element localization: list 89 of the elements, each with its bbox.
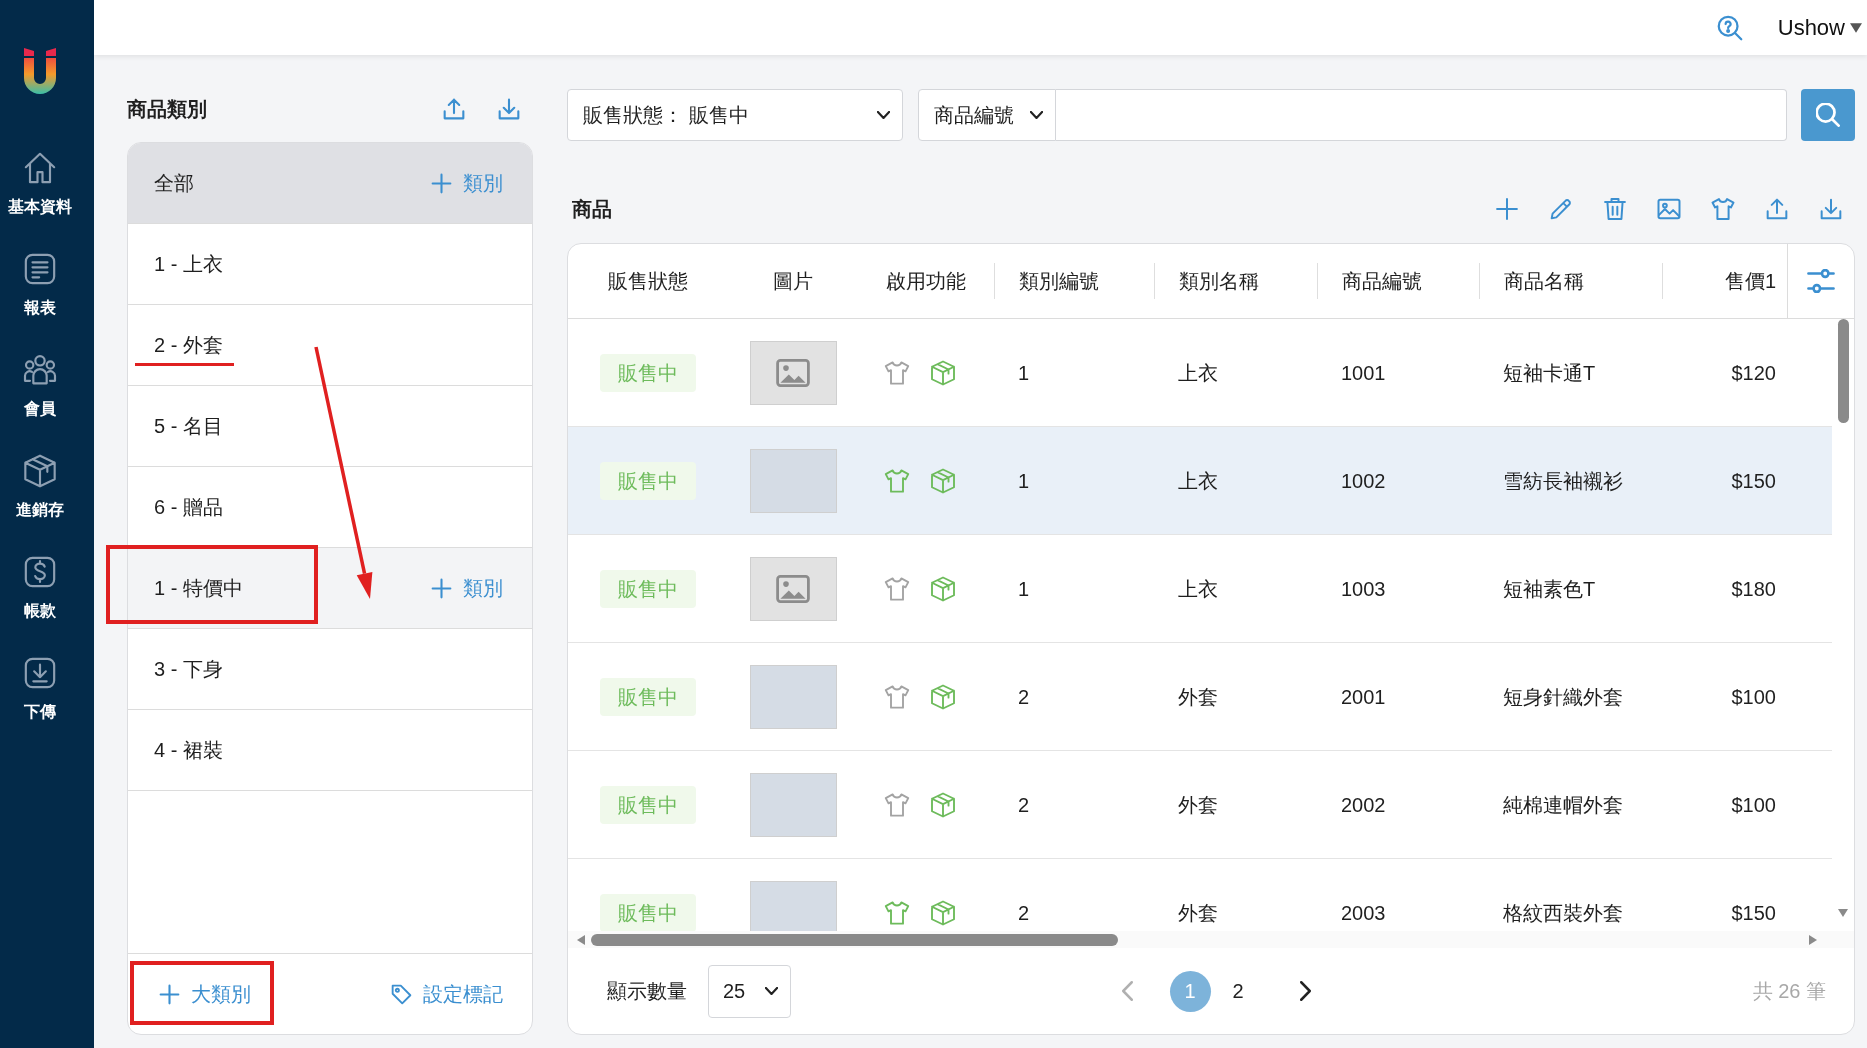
panel-title: 商品類別 (127, 97, 207, 122)
column-settings-button[interactable] (1807, 269, 1835, 293)
sliders-icon (1807, 269, 1835, 293)
shirt-icon (1709, 195, 1737, 223)
down-arrow-icon[interactable] (1838, 909, 1848, 917)
total-count: 共 26 筆 (1752, 979, 1826, 1004)
category-number: 2 (1017, 684, 1031, 710)
product-name: 格紋西裝外套 (1502, 900, 1624, 926)
right-arrow-icon[interactable] (1809, 934, 1817, 945)
product-row[interactable]: 販售中 1 上衣 1002 雪紡長袖襯衫 $150 (568, 427, 1832, 535)
page-button[interactable]: 2 (1217, 970, 1259, 1012)
plus-icon (1493, 195, 1521, 223)
price: $100 (1730, 684, 1777, 710)
column-header[interactable]: 商品名稱 (1479, 263, 1662, 299)
trash-icon (1601, 195, 1629, 223)
status-tag: 販售中 (600, 677, 696, 716)
category-item[interactable]: 全部 類別 (128, 143, 532, 224)
column-header[interactable]: 類別編號 (994, 263, 1154, 299)
category-name: 外套 (1177, 684, 1219, 710)
status-tag: 販售中 (600, 785, 696, 824)
status-select[interactable]: 販售狀態： 販售中 (567, 89, 903, 141)
page-size-select[interactable]: 25 (708, 964, 791, 1018)
product-number: 1001 (1340, 360, 1387, 386)
product-name: 短袖素色T (1502, 576, 1597, 602)
product-number: 1003 (1340, 576, 1387, 602)
category-name: 外套 (1177, 900, 1219, 926)
section-title: 商品 (572, 197, 612, 222)
category-item[interactable]: 1 - 特價中 類別 (128, 548, 532, 629)
price: $120 (1730, 360, 1777, 386)
column-header[interactable]: 商品編號 (1317, 263, 1479, 299)
caret-icon (1850, 22, 1862, 33)
price: $100 (1730, 792, 1777, 818)
category-number: 2 (1017, 900, 1031, 926)
price: $150 (1730, 468, 1777, 494)
price: $180 (1730, 576, 1777, 602)
sidebar-item[interactable]: 會員 (20, 350, 60, 418)
category-name: 外套 (1177, 792, 1219, 818)
category-name: 上衣 (1177, 468, 1219, 494)
price: $150 (1730, 900, 1777, 926)
chevron-down-icon (877, 111, 890, 119)
product-name: 短身針織外套 (1502, 684, 1624, 710)
product-name: 純棉連帽外套 (1502, 792, 1624, 818)
image-icon (776, 358, 810, 387)
scrollbar-thumb[interactable] (1837, 319, 1849, 423)
column-header[interactable]: 啟用功能 (858, 263, 994, 299)
chevron-down-icon (1030, 111, 1043, 119)
category-number: 2 (1017, 792, 1031, 818)
chevron-down-icon (765, 987, 778, 995)
category-number: 1 (1017, 360, 1031, 386)
delete-button[interactable] (1601, 195, 1629, 223)
shirt-button[interactable] (1709, 195, 1737, 223)
product-number: 2003 (1340, 900, 1387, 926)
sidebar-item[interactable]: 下傳 (20, 653, 60, 721)
sidebar-item[interactable]: 進銷存 (16, 451, 64, 519)
image-icon (776, 574, 810, 603)
product-number: 1002 (1340, 468, 1387, 494)
user-menu[interactable]: Ushow (1777, 14, 1862, 41)
scrollbar-thumb[interactable] (591, 933, 1118, 946)
sidebar-item[interactable]: 報表 (20, 249, 60, 317)
status-tag: 販售中 (600, 893, 696, 931)
chevron-right-icon (1300, 981, 1311, 1001)
category-number: 1 (1017, 468, 1031, 494)
status-tag: 販售中 (600, 569, 696, 608)
product-number: 2001 (1340, 684, 1387, 710)
field-select[interactable]: 商品編號 (918, 89, 1056, 141)
search-button[interactable] (1801, 89, 1855, 141)
chevron-left-icon (1122, 981, 1133, 1001)
column-header[interactable]: 販售狀態 (568, 263, 728, 299)
left-arrow-icon[interactable] (577, 934, 585, 945)
search-input[interactable] (1056, 89, 1787, 141)
logo-icon (22, 46, 58, 96)
horizontal-scrollbar[interactable] (568, 931, 1854, 948)
category-name: 上衣 (1177, 360, 1219, 386)
search-icon (1816, 103, 1840, 127)
product-number: 2002 (1340, 792, 1387, 818)
category-number: 1 (1017, 576, 1031, 602)
status-tag: 販售中 (600, 353, 696, 392)
column-header[interactable]: 圖片 (728, 263, 858, 299)
status-tag: 販售中 (600, 461, 696, 500)
sidebar-item[interactable]: 帳款 (20, 552, 60, 620)
category-name: 上衣 (1177, 576, 1219, 602)
product-name: 雪紡長袖襯衫 (1502, 468, 1624, 494)
column-header[interactable]: 類別名稱 (1154, 263, 1317, 299)
add-button[interactable] (1493, 195, 1521, 223)
set-tag-button[interactable]: 設定標記 (389, 981, 503, 1007)
sidebar-item[interactable]: 基本資料 (8, 148, 72, 216)
product-name: 短袖卡通T (1502, 360, 1597, 386)
page-size-label: 顯示數量 (607, 979, 687, 1004)
column-header[interactable]: 售價1 (1662, 263, 1787, 299)
